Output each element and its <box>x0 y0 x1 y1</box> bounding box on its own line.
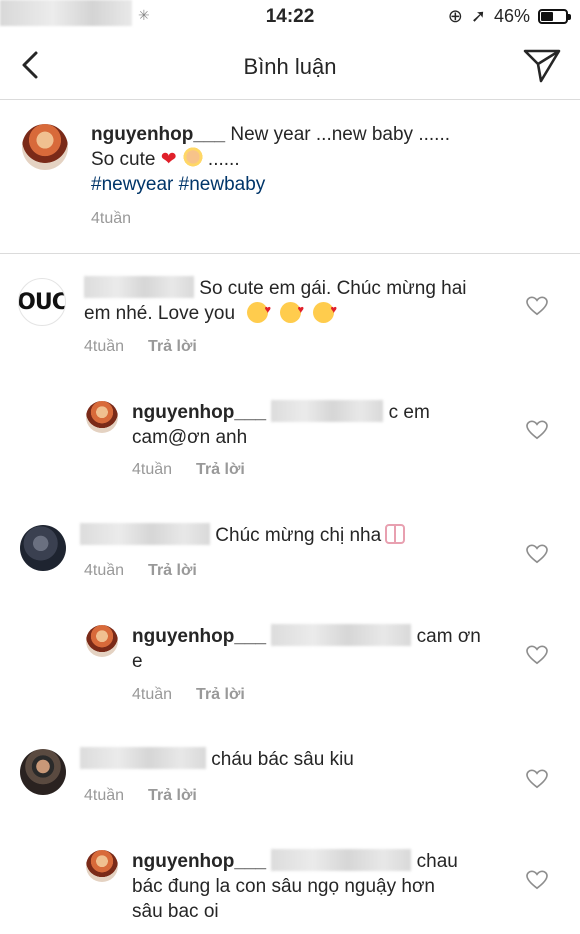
redacted-mention <box>271 624 412 646</box>
caption-time-text: 4tuần <box>91 210 132 227</box>
comment-time: 4tuần <box>84 787 125 804</box>
avatar[interactable] <box>86 625 118 657</box>
reply-username[interactable]: nguyenhop___ <box>132 851 266 872</box>
kiss-emoji-icon <box>280 298 304 323</box>
reply-text: nguyenhop___ chau bác đung la con sâu ng… <box>132 849 512 924</box>
reply-line: chau <box>416 851 458 872</box>
battery-icon <box>538 9 571 24</box>
kiss-emoji-icon <box>247 298 271 323</box>
caption-line1: New year ...new baby ...... <box>230 124 451 145</box>
status-right: ⊕ ➚ 46% <box>447 6 571 27</box>
battery-percent: 46% <box>493 6 530 26</box>
baby-emoji-icon <box>182 147 203 169</box>
comment-text: cháu bác sâu kiu <box>80 747 510 772</box>
like-heart-icon[interactable] <box>526 544 548 564</box>
kiss-emoji-icon <box>313 298 337 323</box>
caption-username[interactable]: nguyenhop___ <box>91 124 225 145</box>
reply-button[interactable]: Trả lời <box>148 787 197 804</box>
location-icon: ➚ <box>470 6 486 26</box>
reply-line: e <box>132 651 143 672</box>
comment-meta: 4tuần Trả lời <box>84 787 197 805</box>
like-heart-icon[interactable] <box>526 645 548 665</box>
like-heart-icon[interactable] <box>526 296 548 316</box>
avatar[interactable] <box>20 525 66 571</box>
redacted-mention <box>271 400 384 422</box>
gift-emoji-icon <box>385 524 406 544</box>
comment-time: 4tuần <box>84 338 125 355</box>
reply-line: sâu bac oi <box>132 901 219 922</box>
reply-line: cam@ơn anh <box>132 427 248 448</box>
comment-text: So cute em gái. Chúc mừng hai em nhé. Lo… <box>84 276 514 326</box>
comment-time: 4tuần <box>132 686 173 703</box>
reply-button[interactable]: Trả lời <box>196 686 245 703</box>
page-title: Bình luận <box>243 54 337 79</box>
redacted-mention <box>271 849 412 871</box>
reply-meta: 4tuần Trả lời <box>132 686 245 704</box>
rotation-lock-icon: ⊕ <box>447 6 463 26</box>
reply-meta: 4tuần Trả lời <box>132 461 245 479</box>
like-heart-icon[interactable] <box>526 870 548 890</box>
avatar[interactable]: OUC <box>18 278 66 326</box>
avatar[interactable] <box>20 749 66 795</box>
reply-button[interactable]: Trả lời <box>148 338 197 355</box>
reply-button[interactable]: Trả lời <box>196 461 245 478</box>
send-icon[interactable] <box>522 48 562 84</box>
post-caption: nguyenhop___ New year ...new baby ......… <box>0 100 580 254</box>
avatar[interactable] <box>86 850 118 882</box>
nav-bar: Bình luận <box>0 34 580 100</box>
comment-line: Chúc mừng chị nha <box>215 525 382 546</box>
caption-time: 4tuần <box>91 210 131 228</box>
redacted-username <box>80 747 206 769</box>
reply-text: nguyenhop___ cam ơn e <box>132 624 512 674</box>
caption-line2-post: ...... <box>207 149 240 170</box>
comment-line: So cute em gái. Chúc mừng hai <box>199 278 467 299</box>
reply-line: c em <box>388 402 430 423</box>
like-heart-icon[interactable] <box>526 420 548 440</box>
redacted-username <box>80 523 210 545</box>
reply-text: nguyenhop___ c em cam@ơn anh <box>132 400 512 450</box>
redacted-username <box>84 276 194 298</box>
comment-time: 4tuần <box>132 461 173 478</box>
reply-username[interactable]: nguyenhop___ <box>132 626 266 647</box>
comment-line: em nhé. Love you <box>84 303 236 324</box>
like-heart-icon[interactable] <box>526 769 548 789</box>
status-bar: ✳ 14:22 ⊕ ➚ 46% <box>0 0 580 34</box>
comment-text: Chúc mừng chị nha <box>80 523 510 548</box>
reply-button[interactable]: Trả lời <box>148 562 197 579</box>
comment-time: 4tuần <box>84 562 125 579</box>
caption-line2-pre: So cute <box>91 149 156 170</box>
heart-emoji-icon: ❤ <box>160 148 177 170</box>
reply-line: bác đung la con sâu ngọ nguậy hơn <box>132 876 435 897</box>
avatar[interactable] <box>86 401 118 433</box>
reply-line: cam ơn <box>416 626 481 647</box>
comment-meta: 4tuần Trả lời <box>84 562 197 580</box>
caption-hashtags[interactable]: #newyear #newbaby <box>91 174 265 195</box>
caption-text: nguyenhop___ New year ...new baby ......… <box>91 122 551 197</box>
comment-line: cháu bác sâu kiu <box>211 749 354 770</box>
comment-meta: 4tuần Trả lời <box>84 338 197 356</box>
reply-username[interactable]: nguyenhop___ <box>132 402 266 423</box>
avatar[interactable] <box>22 124 68 170</box>
